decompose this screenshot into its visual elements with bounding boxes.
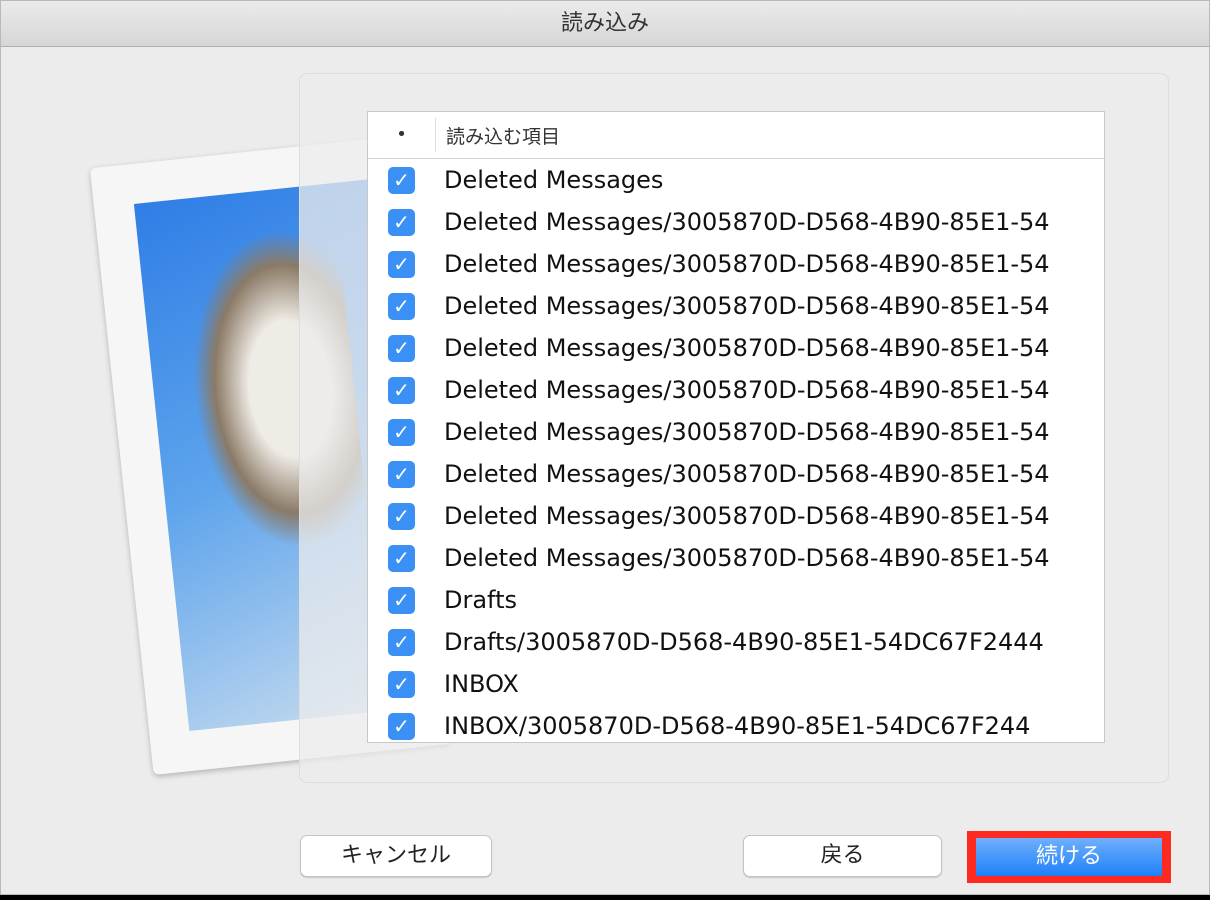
- list-item[interactable]: ✓ Deleted Messages/3005870D-D568-4B90-85E…: [368, 537, 1104, 579]
- mailbox-label: INBOX/3005870D-D568-4B90-85E1-54DC67F244: [444, 712, 1031, 740]
- list-item[interactable]: ✓ Drafts/3005870D-D568-4B90-85E1-54DC67F2…: [368, 621, 1104, 663]
- mailbox-label: Drafts: [444, 586, 517, 614]
- column-header-items[interactable]: 読み込む項目: [436, 122, 560, 149]
- list-item[interactable]: ✓ Deleted Messages/3005870D-D568-4B90-85E…: [368, 495, 1104, 537]
- list-item[interactable]: ✓ Deleted Messages/3005870D-D568-4B90-85E…: [368, 453, 1104, 495]
- import-dialog: 読み込み • 読み込む項目 ✓ Deleted Messages ✓ Deleted …: [0, 0, 1210, 895]
- list-item[interactable]: ✓ Deleted Messages/3005870D-D568-4B90-85E…: [368, 201, 1104, 243]
- checkbox[interactable]: ✓: [388, 586, 415, 614]
- checkbox[interactable]: ✓: [388, 166, 415, 194]
- column-header-checkbox[interactable]: •: [368, 118, 436, 152]
- mailbox-label: Deleted Messages/3005870D-D568-4B90-85E1…: [444, 418, 1050, 446]
- list-item[interactable]: ✓ Deleted Messages/3005870D-D568-4B90-85E…: [368, 243, 1104, 285]
- mailbox-label: Deleted Messages/3005870D-D568-4B90-85E1…: [444, 544, 1050, 572]
- checkbox[interactable]: ✓: [388, 418, 415, 446]
- checkbox[interactable]: ✓: [388, 250, 415, 278]
- mailbox-label: Deleted Messages/3005870D-D568-4B90-85E1…: [444, 376, 1050, 404]
- list-header: • 読み込む項目: [368, 112, 1104, 159]
- window-title: 読み込み: [1, 1, 1209, 47]
- list-item[interactable]: ✓ Drafts: [368, 579, 1104, 621]
- list-item[interactable]: ✓ Deleted Messages/3005870D-D568-4B90-85E…: [368, 327, 1104, 369]
- checkbox[interactable]: ✓: [388, 628, 415, 656]
- continue-button-highlight: 続ける: [967, 831, 1171, 883]
- checkbox[interactable]: ✓: [388, 334, 415, 362]
- mailbox-label: Deleted Messages/3005870D-D568-4B90-85E1…: [444, 460, 1050, 488]
- list-item[interactable]: ✓ Deleted Messages/3005870D-D568-4B90-85E…: [368, 411, 1104, 453]
- mailbox-label: Deleted Messages: [444, 166, 664, 194]
- mailbox-label: Drafts/3005870D-D568-4B90-85E1-54DC67F24…: [444, 628, 1044, 656]
- checkbox[interactable]: ✓: [388, 712, 415, 740]
- continue-button[interactable]: 続ける: [976, 838, 1162, 876]
- mailbox-label: Deleted Messages/3005870D-D568-4B90-85E1…: [444, 334, 1050, 362]
- checkbox[interactable]: ✓: [388, 292, 415, 320]
- mailbox-label: Deleted Messages/3005870D-D568-4B90-85E1…: [444, 292, 1050, 320]
- mailbox-label: Deleted Messages/3005870D-D568-4B90-85E1…: [444, 250, 1050, 278]
- mailbox-label: INBOX: [444, 670, 519, 698]
- checkbox[interactable]: ✓: [388, 544, 415, 572]
- back-button[interactable]: 戻る: [743, 835, 942, 877]
- mailbox-label: Deleted Messages/3005870D-D568-4B90-85E1…: [444, 502, 1050, 530]
- list-item[interactable]: ✓ INBOX: [368, 663, 1104, 705]
- checkbox[interactable]: ✓: [388, 670, 415, 698]
- list-item[interactable]: ✓ Deleted Messages: [368, 159, 1104, 201]
- list-item[interactable]: ✓ INBOX/3005870D-D568-4B90-85E1-54DC67F24…: [368, 705, 1104, 742]
- cancel-button[interactable]: キャンセル: [300, 835, 492, 877]
- checkbox[interactable]: ✓: [388, 376, 415, 404]
- list-item[interactable]: ✓ Deleted Messages/3005870D-D568-4B90-85E…: [368, 369, 1104, 411]
- checkbox[interactable]: ✓: [388, 208, 415, 236]
- mailbox-list[interactable]: • 読み込む項目 ✓ Deleted Messages ✓ Deleted Messa…: [367, 111, 1105, 743]
- list-item[interactable]: ✓ Deleted Messages/3005870D-D568-4B90-85E…: [368, 285, 1104, 327]
- checkbox[interactable]: ✓: [388, 502, 415, 530]
- mailbox-label: Deleted Messages/3005870D-D568-4B90-85E1…: [444, 208, 1050, 236]
- checkbox[interactable]: ✓: [388, 460, 415, 488]
